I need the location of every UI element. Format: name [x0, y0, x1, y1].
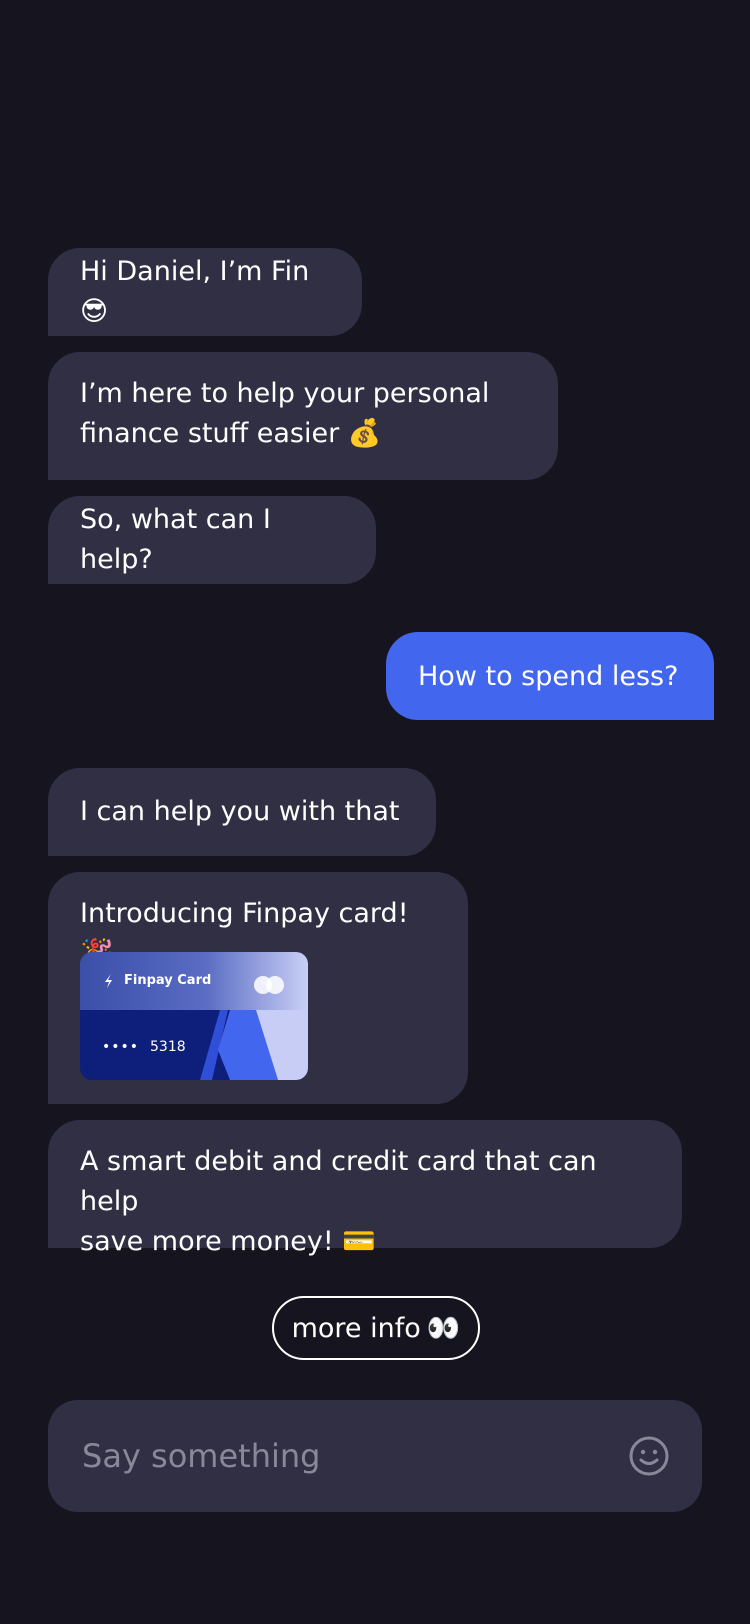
user-message: How to spend less?: [386, 632, 714, 720]
bot-message-intro: I’m here to help your personal finance s…: [48, 352, 558, 480]
finpay-card-image[interactable]: Finpay Card •••• 5318: [80, 952, 308, 1080]
message-text: Hi Daniel, I’m Fin 😎: [80, 256, 310, 327]
message-text: I can help you with that: [80, 796, 400, 827]
message-text-line: save more money! 💳: [80, 1226, 376, 1257]
mastercard-icon: [254, 976, 286, 1000]
message-text-line: I’m here to help your personal: [80, 378, 490, 409]
smiley-icon[interactable]: [628, 1435, 670, 1477]
more-info-label: more info: [291, 1312, 421, 1344]
spark-icon: [105, 974, 112, 988]
card-masked-digits: ••••: [102, 1039, 140, 1055]
message-text-line: A smart debit and credit card that can h…: [80, 1146, 597, 1217]
bot-message-reply: I can help you with that: [48, 768, 436, 856]
bot-message-description: A smart debit and credit card that can h…: [48, 1120, 682, 1257]
bot-message-question: So, what can I help?: [48, 496, 376, 584]
card-brand-label: Finpay Card: [124, 973, 212, 988]
message-text-line: finance stuff easier 💰: [80, 418, 382, 449]
more-info-button[interactable]: more info 👀: [272, 1296, 480, 1360]
card-last4: 5318: [150, 1039, 186, 1055]
card-brand: Finpay Card: [102, 972, 211, 990]
message-text: How to spend less?: [418, 660, 679, 692]
bot-message-card: Introducing Finpay card! 🎉 Finpay Card •…: [48, 872, 468, 1104]
bot-message-greeting: Hi Daniel, I’m Fin 😎: [48, 248, 362, 336]
message-input[interactable]: [80, 1436, 564, 1476]
message-composer[interactable]: [48, 1400, 702, 1512]
eyes-icon: 👀: [426, 1313, 461, 1344]
message-text: So, what can I help?: [80, 504, 271, 575]
